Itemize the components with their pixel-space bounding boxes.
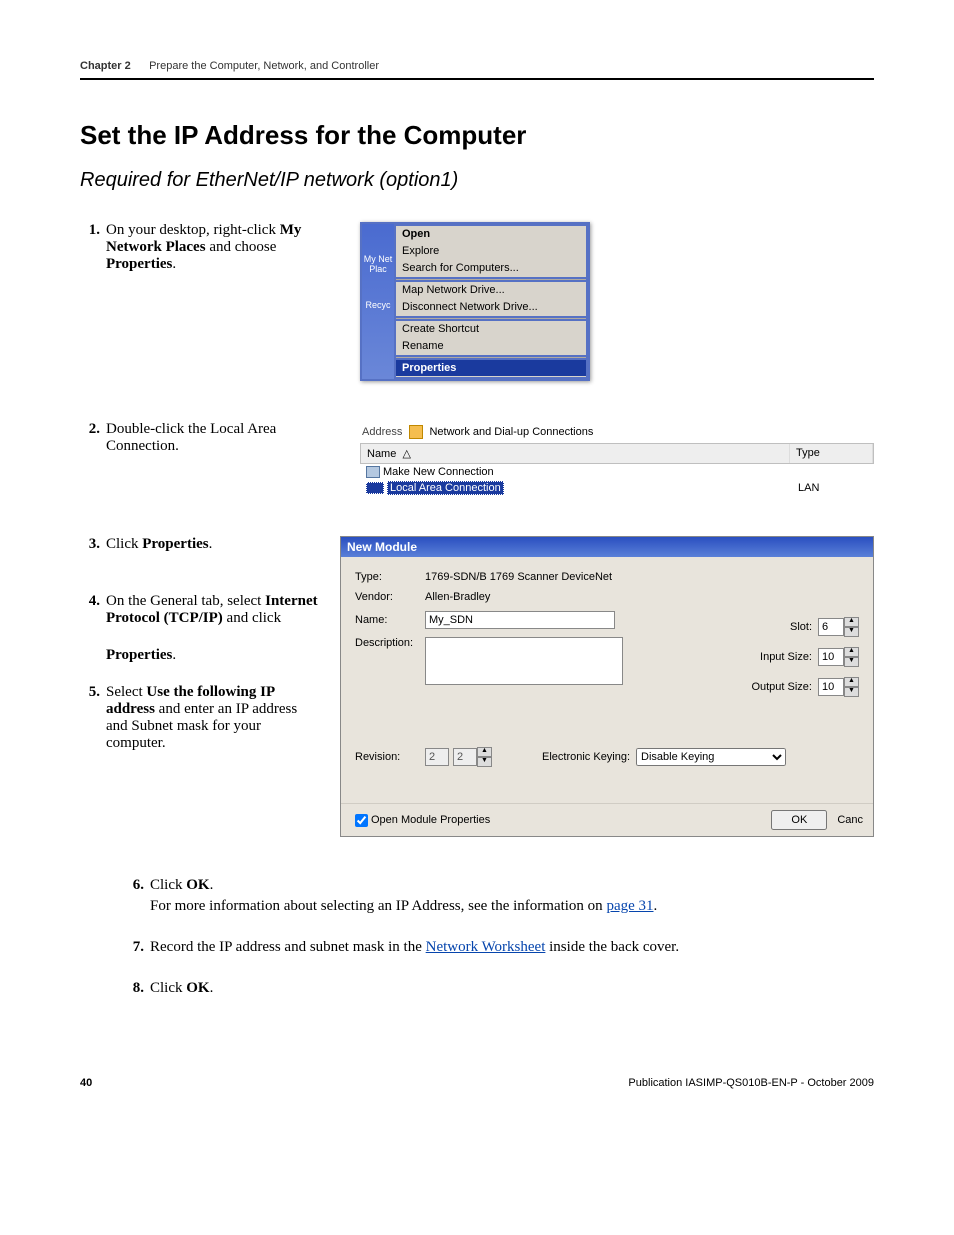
outsize-up[interactable]: ▲ (844, 677, 859, 687)
name-label: Name: (355, 614, 425, 626)
description-label: Description: (355, 637, 425, 649)
step-6: 6.Click OK. For more information about s… (80, 877, 874, 915)
rev-up[interactable]: ▲ (477, 747, 492, 757)
page-number: 40 (80, 1077, 92, 1089)
vendor-value: Allen-Bradley (425, 591, 490, 603)
cancel-button[interactable]: Canc (837, 814, 863, 826)
ctx-menu-search[interactable]: Search for Computers... (396, 260, 586, 277)
input-size-label: Input Size: (760, 651, 812, 663)
type-label: Type: (355, 571, 425, 583)
revision-label: Revision: (355, 751, 425, 763)
folder-icon (409, 425, 423, 439)
step-2: 2.Double-click the Local Area Connection… (80, 421, 360, 455)
address-label: Address (362, 426, 402, 438)
slot-up[interactable]: ▲ (844, 617, 859, 627)
ok-button[interactable]: OK (771, 810, 827, 830)
insize-down[interactable]: ▼ (844, 657, 859, 667)
address-value: Network and Dial-up Connections (429, 426, 593, 438)
page-subtitle: Required for EtherNet/IP network (option… (80, 169, 874, 192)
context-menu-figure: My Net Plac Recyc Open Explore Search fo… (360, 222, 874, 381)
slot-label: Slot: (790, 621, 812, 633)
page-title: Set the IP Address for the Computer (80, 120, 874, 151)
row-make-new-connection[interactable]: Make New Connection (360, 464, 874, 480)
ctx-menu-map-drive[interactable]: Map Network Drive... (396, 282, 586, 299)
step-8: 8.Click OK. (80, 980, 874, 997)
open-module-properties-label: Open Module Properties (371, 814, 490, 826)
publication-info: Publication IASIMP-QS010B-EN-P - October… (628, 1077, 874, 1089)
rev-down[interactable]: ▼ (477, 757, 492, 767)
ctx-menu-open[interactable]: Open (396, 226, 586, 243)
new-module-dialog: New Module Type: 1769-SDN/B 1769 Scanner… (340, 536, 874, 837)
slot-input[interactable] (818, 618, 844, 636)
connection-icon (366, 482, 384, 494)
outsize-down[interactable]: ▼ (844, 687, 859, 697)
steps-3-5: 3.Click Properties. 4.On the General tab… (80, 536, 340, 837)
row-local-area-connection[interactable]: Local Area Connection LAN (360, 480, 874, 496)
connection-icon (366, 466, 380, 478)
ctx-menu-create-shortcut[interactable]: Create Shortcut (396, 321, 586, 338)
step-1: 1.On your desktop, right-click My Networ… (80, 222, 360, 273)
ctx-menu-explore[interactable]: Explore (396, 243, 586, 260)
col-type[interactable]: Type (790, 444, 873, 463)
slot-down[interactable]: ▼ (844, 627, 859, 637)
step-4-cont: Properties. (106, 647, 320, 664)
ctx-menu-properties[interactable]: Properties (396, 360, 586, 377)
network-worksheet-link[interactable]: Network Worksheet (426, 939, 546, 955)
open-module-properties-checkbox[interactable] (355, 814, 368, 827)
ctx-menu-rename[interactable]: Rename (396, 338, 586, 355)
ctx-menu-disconnect-drive[interactable]: Disconnect Network Drive... (396, 299, 586, 316)
step-4: 4.On the General tab, select Internet Pr… (106, 593, 320, 627)
vendor-label: Vendor: (355, 591, 425, 603)
explorer-figure: Address Network and Dial-up Connections … (360, 421, 874, 496)
description-input[interactable] (425, 637, 623, 685)
output-size-label: Output Size: (751, 681, 812, 693)
page-31-link[interactable]: page 31 (606, 898, 653, 914)
chapter-title: Prepare the Computer, Network, and Contr… (149, 60, 379, 72)
step-7: 7.Record the IP address and subnet mask … (80, 939, 874, 956)
output-size-input[interactable] (818, 678, 844, 696)
revision-minor (453, 748, 477, 766)
page-header: Chapter 2 Prepare the Computer, Network,… (80, 60, 874, 78)
explorer-columns: Name △ Type (360, 443, 874, 464)
insize-up[interactable]: ▲ (844, 647, 859, 657)
col-name[interactable]: Name △ (361, 444, 790, 463)
electronic-keying-label: Electronic Keying: (542, 751, 630, 763)
name-input[interactable] (425, 611, 615, 629)
chapter-label: Chapter 2 (80, 60, 131, 72)
dialog-titlebar: New Module (341, 537, 873, 557)
step-3: 3.Click Properties. (106, 536, 320, 553)
step-5: 5.Select Use the following IP address an… (106, 684, 320, 752)
revision-major (425, 748, 449, 766)
type-value: 1769-SDN/B 1769 Scanner DeviceNet (425, 571, 612, 583)
input-size-input[interactable] (818, 648, 844, 666)
desktop-icons-strip: My Net Plac Recyc (362, 224, 394, 379)
electronic-keying-select[interactable]: Disable Keying (636, 748, 786, 766)
header-rule (80, 78, 874, 80)
